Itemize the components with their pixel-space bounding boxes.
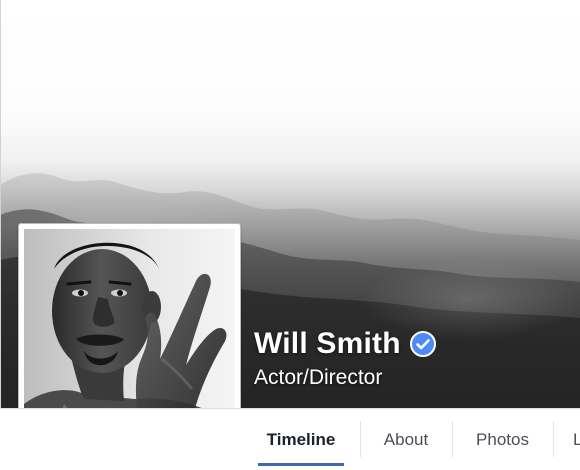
- tab-timeline[interactable]: Timeline: [242, 409, 360, 470]
- tab-likes-truncated[interactable]: L: [553, 409, 580, 470]
- profile-nav-bar: Timeline About Photos L: [0, 408, 580, 470]
- profile-name-row: Will Smith: [254, 322, 436, 366]
- profile-tabs: Timeline About Photos L: [242, 409, 580, 470]
- page-left-border: [0, 0, 1, 470]
- profile-category: Actor/Director: [254, 366, 383, 389]
- tab-about[interactable]: About: [360, 409, 452, 470]
- profile-name[interactable]: Will Smith: [254, 327, 401, 361]
- verified-check-icon: [409, 331, 436, 357]
- tab-photos[interactable]: Photos: [452, 409, 553, 470]
- profile-page: Will Smith Actor/Director Timeline About…: [0, 0, 580, 470]
